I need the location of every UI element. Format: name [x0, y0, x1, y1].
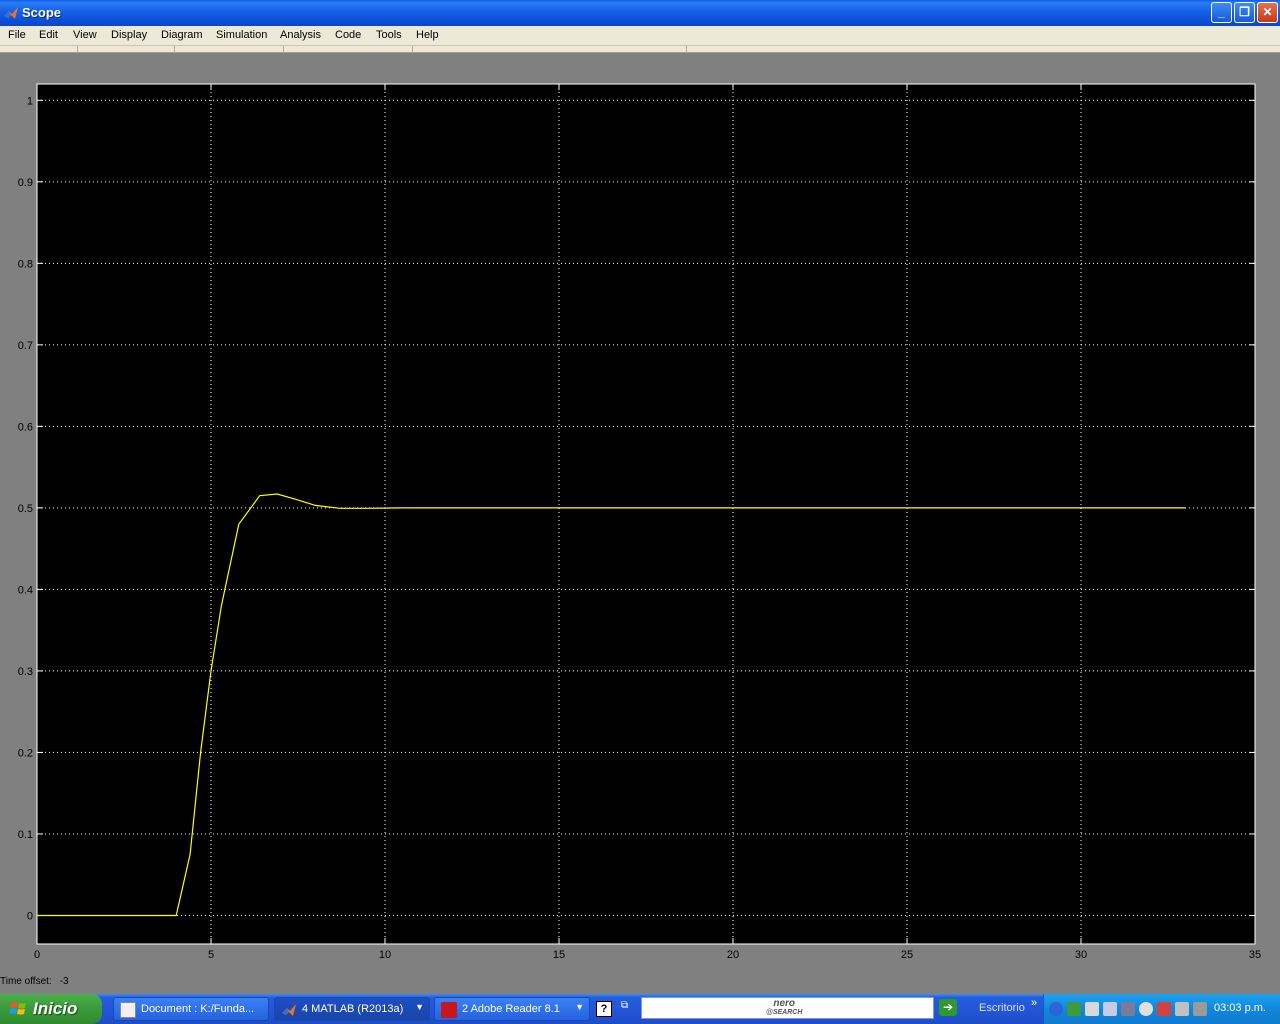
- tray-sound-icon[interactable]: [1175, 1002, 1189, 1016]
- menu-display[interactable]: Display: [111, 29, 147, 41]
- nero-logo: nero @SEARCH: [766, 998, 803, 1017]
- menu-simulation[interactable]: Simulation: [216, 29, 267, 41]
- y-tick-label: 0.5: [18, 503, 33, 515]
- y-tick-label: 0.8: [18, 258, 33, 270]
- menu-file[interactable]: File: [8, 29, 26, 41]
- tray-device-icon[interactable]: [1103, 1002, 1117, 1016]
- document-icon: [120, 1002, 136, 1018]
- x-tick-label: 20: [727, 949, 739, 961]
- menu-help[interactable]: Help: [416, 29, 439, 41]
- y-tick-label: 0.2: [18, 747, 33, 759]
- system-tray: 03:03 p.m.: [1043, 994, 1280, 1024]
- close-button[interactable]: ✕: [1257, 2, 1278, 23]
- time-offset-label: Time offset:: [0, 976, 52, 987]
- y-tick-label: 0.4: [18, 584, 33, 596]
- y-tick-label: 0.7: [18, 340, 33, 352]
- tray-back-icon[interactable]: [1049, 1002, 1063, 1016]
- menu-analysis[interactable]: Analysis: [280, 29, 321, 41]
- matlab-icon: [282, 1004, 296, 1016]
- clock: 03:03 p.m.: [1214, 1002, 1266, 1014]
- help-icon[interactable]: ?: [596, 1001, 612, 1017]
- toolbar-strip: [0, 46, 1280, 53]
- start-button[interactable]: Inicio: [0, 994, 102, 1024]
- x-tick-label: 0: [34, 949, 40, 961]
- x-tick-label: 10: [379, 949, 391, 961]
- desktop-toolbar-label[interactable]: Escritorio: [979, 1002, 1025, 1014]
- menu-tools[interactable]: Tools: [376, 29, 402, 41]
- search-go-button[interactable]: ➔: [939, 999, 957, 1016]
- tray-network-icon[interactable]: [1067, 1002, 1081, 1016]
- scope-plot[interactable]: 0 5 10 15 20 25 30 35 0 0.1 0.2 0.3 0.4 0.5 0.6 0.7 0.8 0…: [0, 54, 1280, 992]
- restore-windows-icon[interactable]: ⧉: [621, 1000, 628, 1011]
- y-tick-label: 0: [27, 910, 33, 922]
- minimize-button[interactable]: _: [1211, 2, 1232, 23]
- matlab-icon: [4, 7, 18, 19]
- task-matlab[interactable]: 4 MATLAB (R2013a) ▼: [274, 997, 430, 1021]
- start-label: Inicio: [33, 999, 78, 1018]
- task-document-label: Document : K:/Funda...: [141, 1003, 255, 1015]
- taskbar: Inicio Document : K:/Funda... 4 MATLAB (…: [0, 994, 1280, 1024]
- x-tick-label: 35: [1249, 949, 1261, 961]
- tray-update-icon[interactable]: [1139, 1002, 1153, 1016]
- task-adobe-label: 2 Adobe Reader 8.1: [462, 1003, 560, 1015]
- y-tick-label: 0.9: [18, 177, 33, 189]
- windows-logo-icon: [10, 1002, 26, 1015]
- chevron-down-icon: ▼: [415, 1002, 424, 1012]
- task-document[interactable]: Document : K:/Funda...: [113, 997, 269, 1021]
- tray-monitor-icon[interactable]: [1085, 1002, 1099, 1016]
- status-bar: Time offset: -3: [0, 976, 69, 990]
- y-tick-label: 0.6: [18, 421, 33, 433]
- maximize-button[interactable]: ❐: [1234, 2, 1255, 23]
- nero-search-input[interactable]: nero @SEARCH: [641, 997, 934, 1019]
- chevron-down-icon: ▼: [575, 1002, 584, 1012]
- x-tick-label: 25: [901, 949, 913, 961]
- title-bar[interactable]: Scope _ ❐ ✕: [0, 0, 1280, 26]
- pdf-icon: [441, 1002, 457, 1018]
- task-adobe-reader[interactable]: 2 Adobe Reader 8.1 ▼: [434, 997, 590, 1021]
- menu-bar: File Edit View Display Diagram Simulatio…: [0, 26, 1280, 46]
- tray-shield-icon[interactable]: [1121, 1002, 1135, 1016]
- task-matlab-label: 4 MATLAB (R2013a): [302, 1003, 404, 1015]
- plot-area: [36, 83, 1256, 945]
- y-tick-label: 0.1: [18, 829, 33, 841]
- y-tick-label: 1: [27, 95, 33, 107]
- x-tick-label: 30: [1075, 949, 1087, 961]
- double-chevron-icon[interactable]: »: [1031, 997, 1037, 1009]
- time-offset-value: -3: [59, 976, 69, 987]
- menu-view[interactable]: View: [73, 29, 97, 41]
- y-tick-label: 0.3: [18, 666, 33, 678]
- window-title: Scope: [22, 5, 62, 20]
- x-tick-label: 5: [208, 949, 214, 961]
- menu-diagram[interactable]: Diagram: [161, 29, 203, 41]
- menu-edit[interactable]: Edit: [39, 29, 58, 41]
- tray-keyboard-icon[interactable]: [1193, 1002, 1207, 1016]
- tray-security-icon[interactable]: [1157, 1002, 1171, 1016]
- menu-code[interactable]: Code: [335, 29, 361, 41]
- x-tick-label: 15: [553, 949, 565, 961]
